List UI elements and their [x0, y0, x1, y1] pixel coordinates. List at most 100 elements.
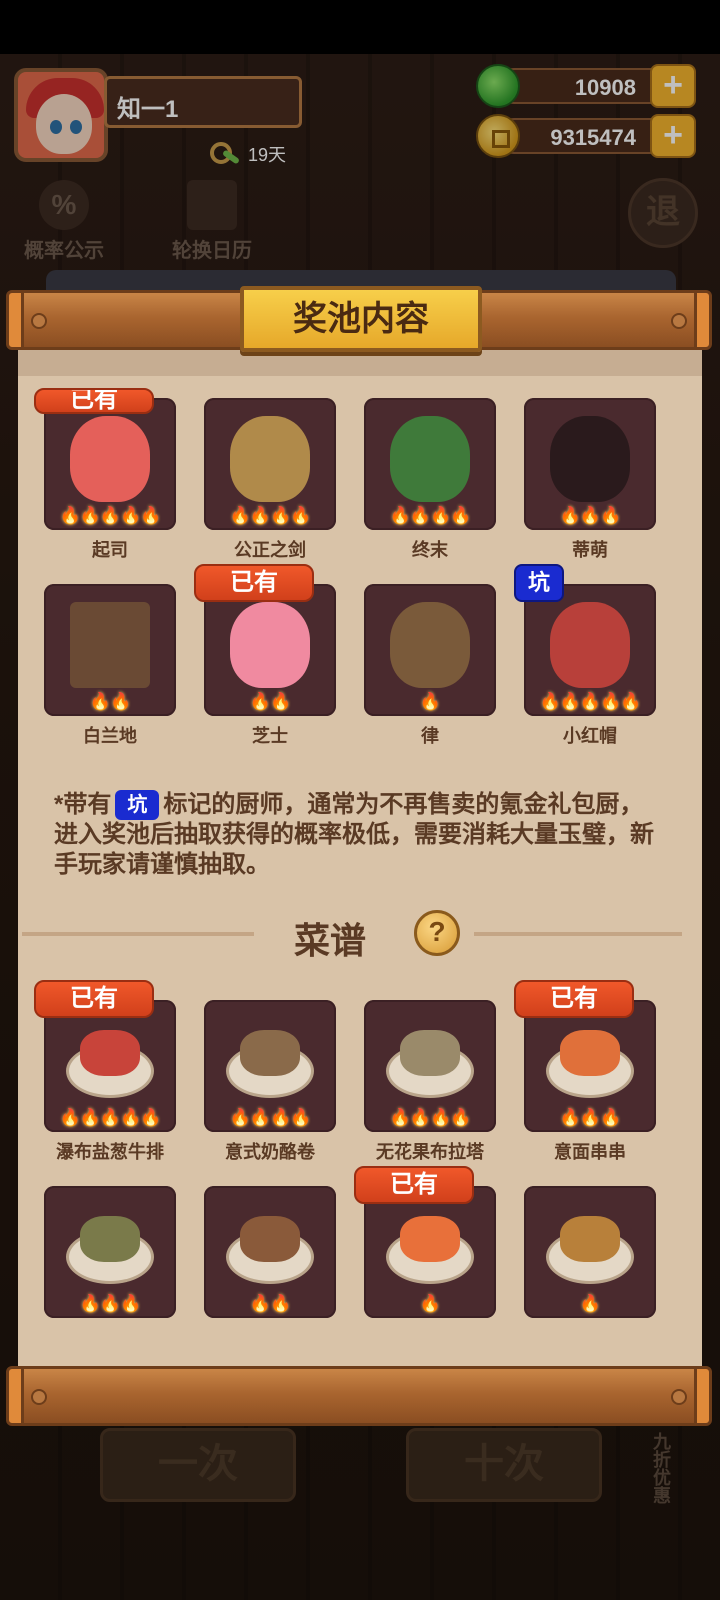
dish-food [400, 1216, 460, 1262]
recipe-card[interactable]: 🔥 已有 [354, 1166, 496, 1368]
status-bar [0, 0, 720, 54]
dish-food [80, 1216, 140, 1262]
chef-grid: 🔥🔥🔥🔥🔥 起司 已有 🔥🔥🔥🔥 公正之剑 🔥🔥🔥🔥 终末 🔥🔥🔥 蒂萌 [34, 388, 664, 580]
chef-name: 起司 [92, 540, 128, 560]
pit-inline-badge: 坑 [115, 790, 160, 820]
flame-rating: 🔥🔥🔥🔥 [229, 506, 312, 525]
recipe-grid: 🔥🔥🔥🔥🔥 瀑布盐葱牛排 已有 🔥🔥🔥🔥 意式奶酪卷 🔥🔥🔥🔥 无花果布拉塔 🔥… [34, 980, 664, 1182]
flame-rating: 🔥🔥🔥🔥 [389, 506, 472, 525]
scroll-bottom-roll [6, 1366, 712, 1426]
roll-cap [694, 1366, 712, 1426]
chef-portrait: 🔥🔥 [204, 584, 336, 716]
chef-art [390, 602, 470, 688]
chef-art [70, 416, 150, 502]
chef-art [230, 602, 310, 688]
recipe-grid-row-2: 🔥🔥🔥 🔥🔥 🔥 已有 🔥 [44, 1166, 664, 1368]
chef-name: 芝士 [252, 726, 288, 746]
chef-portrait: 🔥🔥 [44, 584, 176, 716]
dish-food [560, 1216, 620, 1262]
chef-name: 律 [421, 726, 439, 746]
flame-rating: 🔥🔥 [89, 692, 131, 711]
recipe-card[interactable]: 🔥🔥🔥 [44, 1186, 176, 1368]
chef-art [550, 602, 630, 688]
chef-card[interactable]: 🔥 律 [364, 584, 496, 766]
chef-card[interactable]: 🔥🔥🔥🔥🔥 起司 已有 [34, 388, 176, 580]
chef-card[interactable]: 🔥🔥🔥🔥🔥 小红帽 坑 [514, 564, 656, 766]
recipe-card[interactable]: 🔥🔥🔥🔥 意式奶酪卷 [204, 1000, 336, 1182]
flame-rating: 🔥🔥🔥 [79, 1294, 142, 1313]
notice-prefix: *带有 [54, 791, 112, 818]
roll-cap [6, 1366, 24, 1426]
divider-line [22, 932, 254, 936]
help-icon[interactable]: ? [414, 910, 460, 956]
dish-food [560, 1030, 620, 1076]
chef-portrait: 🔥🔥🔥🔥🔥 [44, 398, 176, 530]
modal-title: 奖池内容 [240, 286, 482, 352]
flame-rating: 🔥🔥🔥🔥🔥 [59, 1108, 162, 1127]
flame-rating: 🔥🔥🔥 [559, 506, 622, 525]
dish-food [240, 1030, 300, 1076]
chef-portrait: 🔥 [364, 584, 496, 716]
chef-card[interactable]: 🔥🔥🔥 蒂萌 [524, 398, 656, 580]
recipe-image: 🔥🔥🔥 [44, 1186, 176, 1318]
chef-portrait: 🔥🔥🔥🔥🔥 [524, 584, 656, 716]
chef-art [230, 416, 310, 502]
chef-name: 蒂萌 [572, 540, 608, 560]
chef-portrait: 🔥🔥🔥 [524, 398, 656, 530]
chef-portrait: 🔥🔥🔥🔥 [364, 398, 496, 530]
flame-rating: 🔥🔥 [249, 692, 291, 711]
recipe-name: 无花果布拉塔 [376, 1142, 484, 1162]
recipe-image: 🔥 [364, 1186, 496, 1318]
flame-rating: 🔥🔥🔥🔥🔥 [539, 692, 642, 711]
chef-name: 公正之剑 [234, 540, 306, 560]
flame-rating: 🔥 [419, 692, 441, 711]
chef-name: 白兰地 [83, 726, 137, 746]
flame-rating: 🔥🔥🔥🔥 [389, 1108, 472, 1127]
roll-cap [6, 290, 24, 350]
recipe-card[interactable]: 🔥🔥🔥🔥🔥 瀑布盐葱牛排 已有 [34, 980, 176, 1182]
dish-food [240, 1216, 300, 1262]
recipe-image: 🔥🔥🔥🔥 [364, 1000, 496, 1132]
recipes-title: 菜谱 [294, 920, 367, 961]
chef-card[interactable]: 🔥🔥 白兰地 [44, 584, 176, 766]
recipe-card[interactable]: 🔥🔥🔥🔥 无花果布拉塔 [364, 1000, 496, 1182]
pit-badge: 坑 [514, 564, 564, 602]
owned-badge: 已有 [34, 388, 154, 414]
owned-badge: 已有 [514, 980, 634, 1018]
chef-card[interactable]: 🔥🔥 芝士 已有 [194, 564, 336, 766]
roll-cap [694, 290, 712, 350]
chef-art [70, 602, 150, 688]
chef-name: 小红帽 [563, 726, 617, 746]
owned-badge: 已有 [354, 1166, 474, 1204]
chef-portrait: 🔥🔥🔥🔥 [204, 398, 336, 530]
flame-rating: 🔥 [419, 1294, 441, 1313]
recipe-name: 瀑布盐葱牛排 [56, 1142, 164, 1162]
owned-badge: 已有 [34, 980, 154, 1018]
recipe-image: 🔥🔥🔥🔥🔥 [44, 1000, 176, 1132]
flame-rating: 🔥🔥 [249, 1294, 291, 1313]
chef-name: 终末 [412, 540, 448, 560]
flame-rating: 🔥🔥🔥🔥 [229, 1108, 312, 1127]
recipe-name: 意式奶酪卷 [225, 1142, 315, 1162]
recipe-image: 🔥🔥 [204, 1186, 336, 1318]
chef-art [390, 416, 470, 502]
flame-rating: 🔥 [579, 1294, 601, 1313]
owned-badge: 已有 [194, 564, 314, 602]
recipe-image: 🔥🔥🔥🔥 [204, 1000, 336, 1132]
divider-line [474, 932, 682, 936]
pit-notice: *带有坑标记的厨师，通常为不再售卖的氪金礼包厨，进入奖池后抽取获得的概率极低，需… [54, 790, 654, 880]
chef-art [550, 416, 630, 502]
chef-card[interactable]: 🔥🔥🔥🔥 公正之剑 [204, 398, 336, 580]
dish-food [400, 1030, 460, 1076]
recipe-image: 🔥🔥🔥 [524, 1000, 656, 1132]
flame-rating: 🔥🔥🔥 [559, 1108, 622, 1127]
flame-rating: 🔥🔥🔥🔥🔥 [59, 506, 162, 525]
recipe-card[interactable]: 🔥🔥🔥 意面串串 已有 [514, 980, 656, 1182]
recipe-name: 意面串串 [554, 1142, 626, 1162]
recipe-image: 🔥 [524, 1186, 656, 1318]
recipe-card[interactable]: 🔥🔥 [204, 1186, 336, 1368]
recipe-card[interactable]: 🔥 [524, 1186, 656, 1368]
recipes-section-title: 菜谱 ? [22, 908, 682, 961]
chef-grid-row-2: 🔥🔥 白兰地 🔥🔥 芝士 已有 🔥 律 🔥🔥🔥🔥🔥 小红帽 坑 [44, 564, 664, 766]
chef-card[interactable]: 🔥🔥🔥🔥 终末 [364, 398, 496, 580]
